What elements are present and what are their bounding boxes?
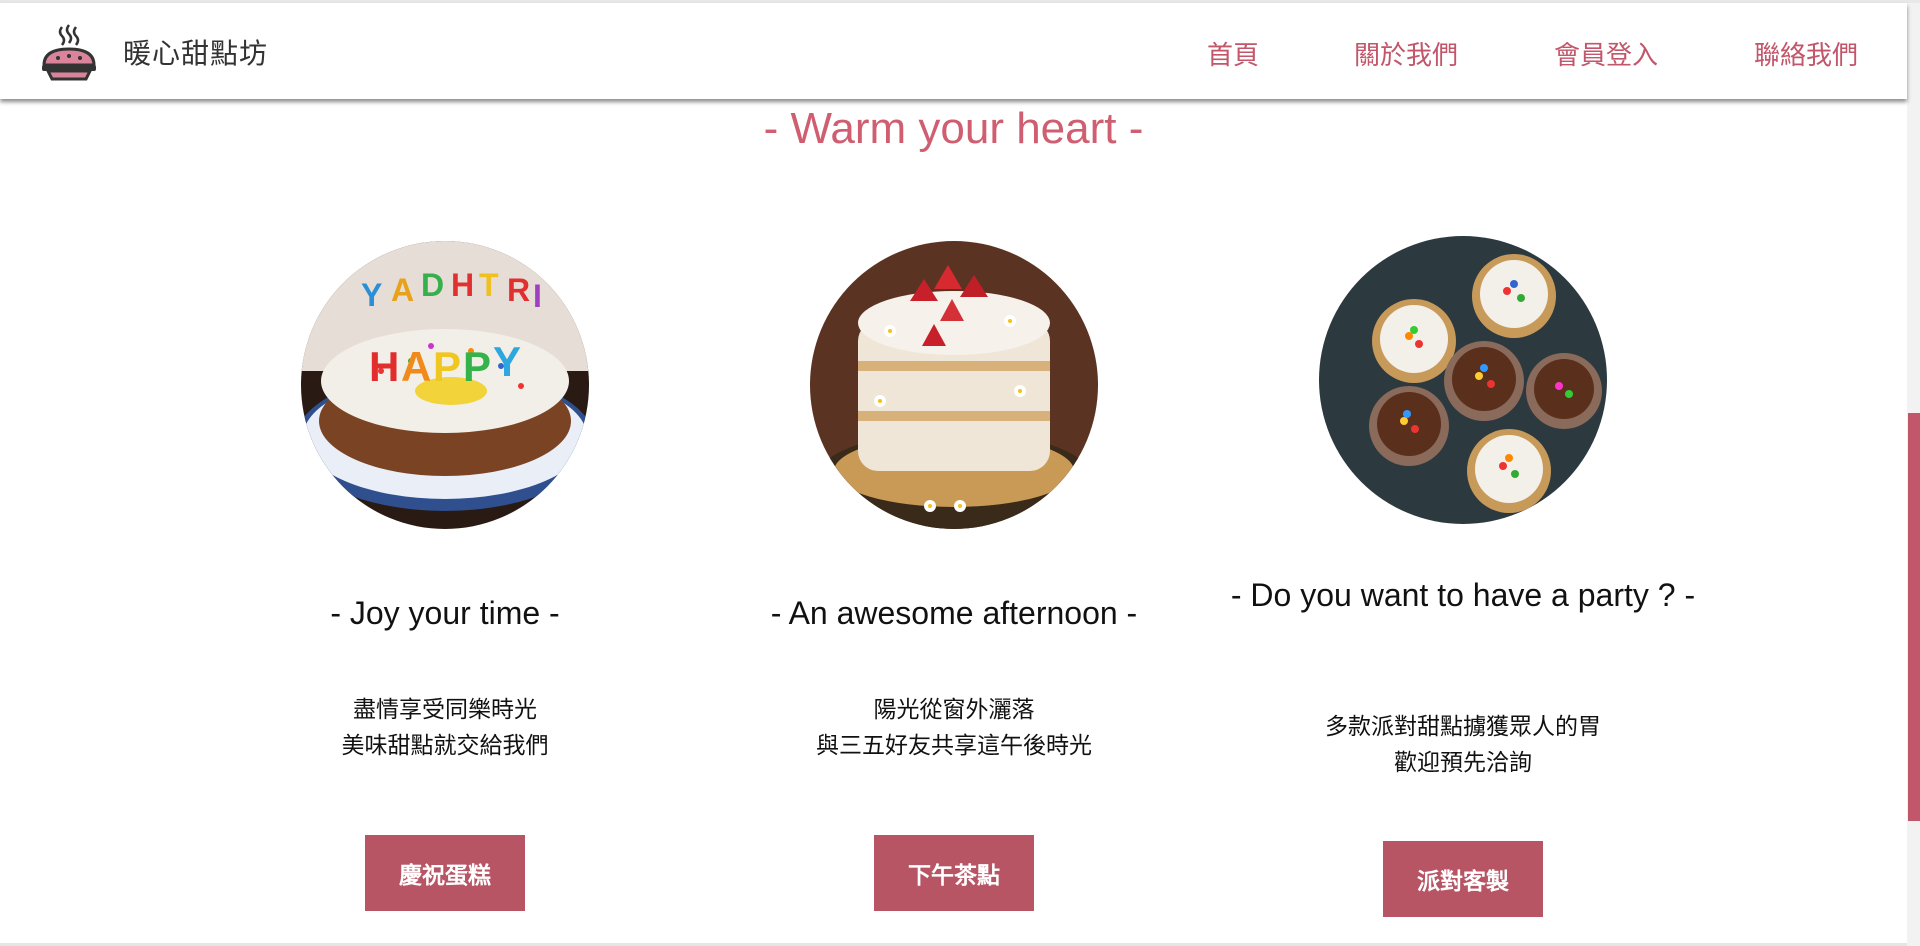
svg-text:R: R bbox=[507, 272, 530, 308]
card-desc-joy: 盡情享受同樂時光 美味甜點就交給我們 bbox=[341, 697, 549, 759]
svg-text:Y: Y bbox=[361, 277, 382, 313]
svg-text:H: H bbox=[369, 343, 399, 390]
scrollbar-thumb[interactable] bbox=[1908, 413, 1920, 821]
pie-steam-icon[interactable] bbox=[40, 23, 98, 83]
celebration-cake-button[interactable]: 慶祝蛋糕 bbox=[365, 835, 525, 911]
svg-text:A: A bbox=[401, 343, 431, 390]
svg-text:Y: Y bbox=[493, 338, 521, 385]
svg-text:A: A bbox=[391, 272, 414, 308]
svg-text:D: D bbox=[421, 267, 444, 303]
party-custom-button[interactable]: 派對客製 bbox=[1383, 841, 1543, 917]
svg-text:T: T bbox=[479, 267, 499, 303]
birthday-cake-image: H A P P Y Y A D H T R I bbox=[301, 241, 589, 529]
strawberry-cake-image bbox=[810, 241, 1098, 529]
card-desc-afternoon: 陽光從窗外灑落 與三五好友共享這午後時光 bbox=[816, 697, 1092, 759]
card-title-joy: - Joy your time - bbox=[330, 595, 560, 631]
cupcakes-image bbox=[1319, 236, 1607, 524]
section-headline: - Warm your heart - bbox=[763, 104, 1144, 153]
afternoon-tea-button[interactable]: 下午茶點 bbox=[874, 835, 1034, 911]
svg-text:I: I bbox=[533, 278, 542, 314]
card-title-afternoon: - An awesome afternoon - bbox=[770, 595, 1138, 631]
card-title-party: - Do you want to have a party ? - bbox=[1230, 577, 1696, 613]
nav-contact[interactable]: 聯絡我們 bbox=[1754, 35, 1858, 72]
svg-text:P: P bbox=[463, 343, 491, 390]
svg-text:P: P bbox=[433, 343, 461, 390]
nav-member-login[interactable]: 會員登入 bbox=[1554, 35, 1658, 72]
nav-home-link[interactable]: 首頁 bbox=[1207, 35, 1259, 72]
card-desc-party: 多款派對甜點擄獲眾人的胃 歡迎預先洽詢 bbox=[1325, 714, 1601, 776]
site-header: 暖心甜點坊 首頁 關於我們 會員登入 聯絡我們 bbox=[0, 3, 1907, 99]
svg-text:H: H bbox=[451, 267, 474, 303]
nav-about[interactable]: 關於我們 bbox=[1354, 35, 1458, 72]
brand-name[interactable]: 暖心甜點坊 bbox=[123, 32, 268, 72]
